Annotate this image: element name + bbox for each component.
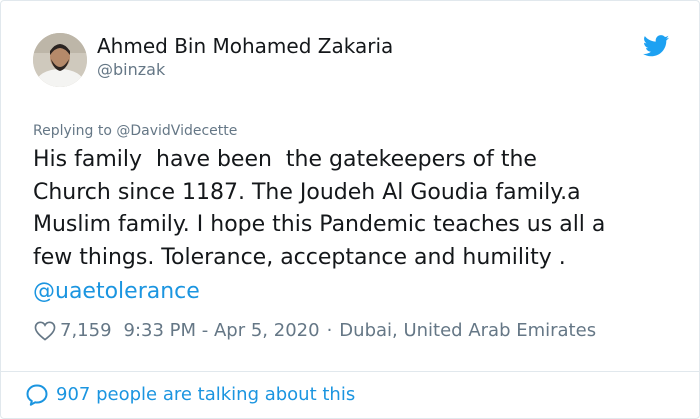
location[interactable]: Dubai, United Arab Emirates <box>339 318 596 344</box>
tweet-text: His family have been the gatekeepers of … <box>33 147 606 270</box>
conversation-label: 907 people are talking about this <box>56 384 356 405</box>
conversation-link[interactable]: 907 people are talking about this <box>25 382 355 408</box>
divider <box>1 371 699 372</box>
author-name[interactable]: Ahmed Bin Mohamed Zakaria <box>97 34 393 58</box>
meta-separator: · <box>326 320 333 341</box>
heart-icon[interactable] <box>34 321 56 341</box>
twitter-bird-icon[interactable] <box>643 35 669 57</box>
replying-to[interactable]: Replying to @DavidVidecette <box>33 122 237 140</box>
tweet-card: Ahmed Bin Mohamed Zakaria @binzak Replyi… <box>0 0 700 419</box>
avatar[interactable] <box>33 33 87 87</box>
tweet-meta: 7,159 9:33 PM - Apr 5, 2020 · Dubai, Uni… <box>34 318 596 344</box>
timestamp[interactable]: 9:33 PM - Apr 5, 2020 <box>124 318 320 344</box>
like-count[interactable]: 7,159 <box>60 318 112 344</box>
mention-link[interactable]: @uaetolerance <box>33 276 200 308</box>
speech-bubble-icon <box>26 384 48 406</box>
author-handle[interactable]: @binzak <box>97 60 165 80</box>
